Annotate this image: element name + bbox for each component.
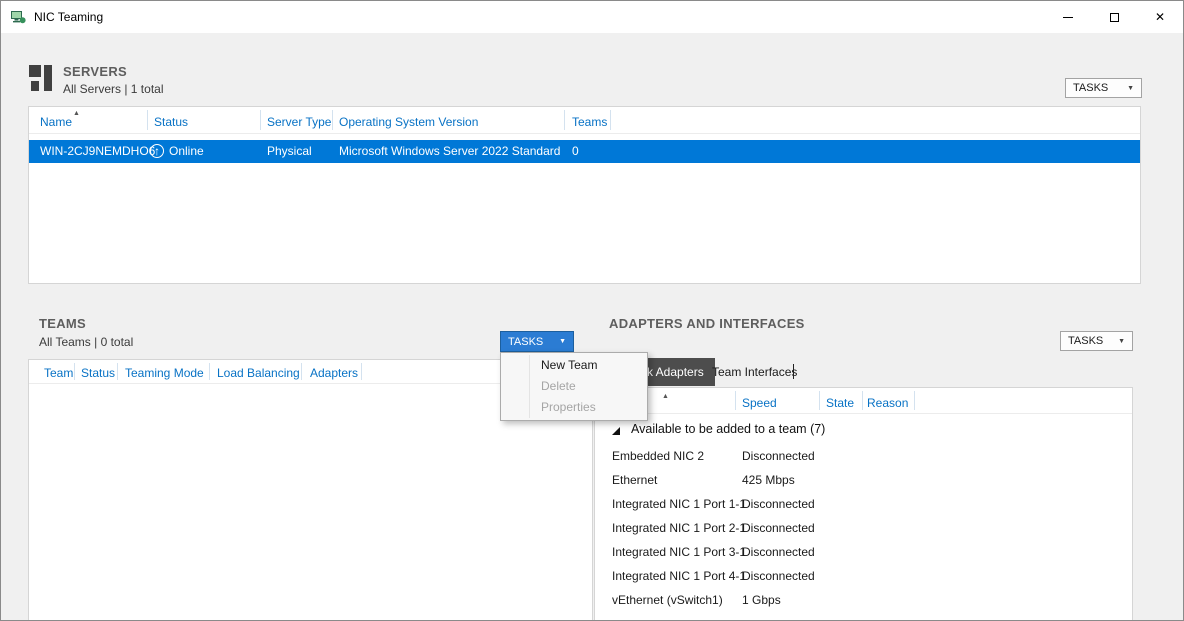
adapters-tasks-button[interactable]: TASKS ▼ <box>1060 331 1133 351</box>
chevron-down-icon: ▼ <box>559 338 566 345</box>
adapter-name-cell: Ethernet <box>612 473 657 487</box>
server-type-cell: Physical <box>267 144 312 158</box>
column-header-teaming-mode[interactable]: Teaming Mode <box>125 366 204 380</box>
column-header-server-type[interactable]: Server Type <box>267 115 331 129</box>
column-divider <box>914 391 915 410</box>
minimize-button[interactable] <box>1045 1 1091 33</box>
adapter-speed-cell: Disconnected <box>742 497 815 511</box>
maximize-button[interactable] <box>1091 1 1137 33</box>
minimize-icon <box>1063 17 1073 18</box>
adapter-row[interactable]: Embedded NIC 2 Disconnected <box>595 444 1132 468</box>
column-divider <box>147 110 148 130</box>
adapter-speed-cell: 425 Mbps <box>742 473 795 487</box>
sort-ascending-icon: ▲ <box>73 110 80 117</box>
text-cursor <box>793 364 794 379</box>
servers-icon <box>28 63 54 93</box>
menu-gutter-divider <box>529 355 530 418</box>
servers-table: ▲ Name Status Server Type Operating Syst… <box>28 106 1141 284</box>
chevron-down-icon: ▼ <box>1118 338 1125 345</box>
adapter-speed-cell: Disconnected <box>742 521 815 535</box>
adapters-table-header: ▲ Speed State Reason <box>595 388 1132 414</box>
nic-teaming-window: NIC Teaming ✕ SERVERS All Servers | 1 to… <box>0 0 1184 621</box>
servers-subtitle: All Servers | 1 total <box>63 82 164 96</box>
adapter-row[interactable]: Ethernet 425 Mbps <box>595 468 1132 492</box>
adapter-group-row[interactable]: Available to be added to a team (7) <box>595 414 1132 444</box>
server-online-arrow-icon: ↑ <box>150 144 164 158</box>
servers-title: SERVERS <box>63 64 127 79</box>
column-divider <box>301 363 302 380</box>
tasks-menu: New Team Delete Properties <box>500 352 648 421</box>
adapter-row[interactable]: Integrated NIC 1 Port 3-1 Disconnected <box>595 540 1132 564</box>
column-header-reason[interactable]: Reason <box>867 396 908 410</box>
column-header-os-version[interactable]: Operating System Version <box>339 115 478 129</box>
server-status-cell: Online <box>169 144 204 158</box>
teams-title: TEAMS <box>39 316 86 331</box>
adapter-speed-cell: Disconnected <box>742 569 815 583</box>
app-icon <box>10 9 26 25</box>
adapter-row[interactable]: Integrated NIC 1 Port 4-1 Disconnected <box>595 564 1132 588</box>
adapter-name-cell: Integrated NIC 1 Port 4-1 <box>612 569 746 583</box>
teams-subtitle: All Teams | 0 total <box>39 335 133 349</box>
adapter-name-cell: vEthernet (vSwitch1) <box>612 593 723 607</box>
close-button[interactable]: ✕ <box>1137 1 1183 33</box>
adapter-name-cell: Integrated NIC 1 Port 3-1 <box>612 545 746 559</box>
column-divider <box>862 391 863 410</box>
maximize-icon <box>1110 13 1119 22</box>
server-os-cell: Microsoft Windows Server 2022 Standard <box>339 144 560 158</box>
servers-tasks-label: TASKS <box>1073 82 1108 94</box>
teams-tasks-label: TASKS <box>508 336 543 348</box>
column-divider <box>117 363 118 380</box>
server-teams-cell: 0 <box>572 144 579 158</box>
column-header-team-status[interactable]: Status <box>81 366 115 380</box>
window-controls: ✕ <box>1045 1 1183 33</box>
adapter-name-cell: Integrated NIC 1 Port 1-1 <box>612 497 746 511</box>
tab-team-interfaces-label: Team Interfaces <box>712 365 797 379</box>
column-header-state[interactable]: State <box>826 396 854 410</box>
column-divider <box>332 110 333 130</box>
server-name-cell: WIN-2CJ9NEMDHO6 <box>40 144 155 158</box>
column-divider <box>361 363 362 380</box>
adapter-speed-cell: 1 Gbps <box>742 593 781 607</box>
adapter-speed-cell: Disconnected <box>742 449 815 463</box>
column-header-name[interactable]: Name <box>40 115 72 129</box>
column-divider <box>209 363 210 380</box>
column-header-load-balancing[interactable]: Load Balancing <box>217 366 300 380</box>
column-divider <box>260 110 261 130</box>
column-header-team[interactable]: Team <box>44 366 73 380</box>
sort-ascending-icon: ▲ <box>662 393 669 400</box>
column-header-status[interactable]: Status <box>154 115 188 129</box>
column-header-speed[interactable]: Speed <box>742 396 777 410</box>
window-title: NIC Teaming <box>34 10 103 24</box>
menu-item-delete: Delete <box>501 376 647 397</box>
close-icon: ✕ <box>1155 10 1165 24</box>
adapter-name-cell: Integrated NIC 1 Port 2-1 <box>612 521 746 535</box>
menu-item-properties: Properties <box>501 397 647 418</box>
column-header-adapters[interactable]: Adapters <box>310 366 358 380</box>
adapters-tasks-label: TASKS <box>1068 335 1103 347</box>
titlebar: NIC Teaming ✕ <box>1 1 1183 33</box>
servers-table-header: ▲ Name Status Server Type Operating Syst… <box>29 107 1140 134</box>
column-divider <box>819 391 820 410</box>
adapter-row[interactable]: Integrated NIC 1 Port 1-1 Disconnected <box>595 492 1132 516</box>
adapter-row[interactable]: vEthernet (vSwitch1) 1 Gbps <box>595 588 1132 612</box>
menu-item-new-team[interactable]: New Team <box>501 355 647 376</box>
adapters-table: ▲ Speed State Reason Available to be add… <box>594 387 1133 621</box>
adapter-group-label: Available to be added to a team (7) <box>631 422 825 436</box>
servers-tasks-button[interactable]: TASKS ▼ <box>1065 78 1142 98</box>
teams-tasks-button[interactable]: TASKS ▼ <box>500 331 574 352</box>
column-divider <box>610 110 611 130</box>
adapter-row[interactable]: Integrated NIC 1 Port 2-1 Disconnected <box>595 516 1132 540</box>
adapter-name-cell: Embedded NIC 2 <box>612 449 704 463</box>
column-divider <box>735 391 736 410</box>
chevron-down-icon: ▼ <box>1127 85 1134 92</box>
column-divider <box>74 363 75 380</box>
server-row[interactable]: WIN-2CJ9NEMDHO6 ↑ Online Physical Micros… <box>29 140 1140 163</box>
adapters-title: ADAPTERS AND INTERFACES <box>609 316 805 331</box>
adapter-speed-cell: Disconnected <box>742 545 815 559</box>
expand-triangle-icon <box>612 427 620 435</box>
column-header-teams[interactable]: Teams <box>572 115 607 129</box>
column-divider <box>564 110 565 130</box>
